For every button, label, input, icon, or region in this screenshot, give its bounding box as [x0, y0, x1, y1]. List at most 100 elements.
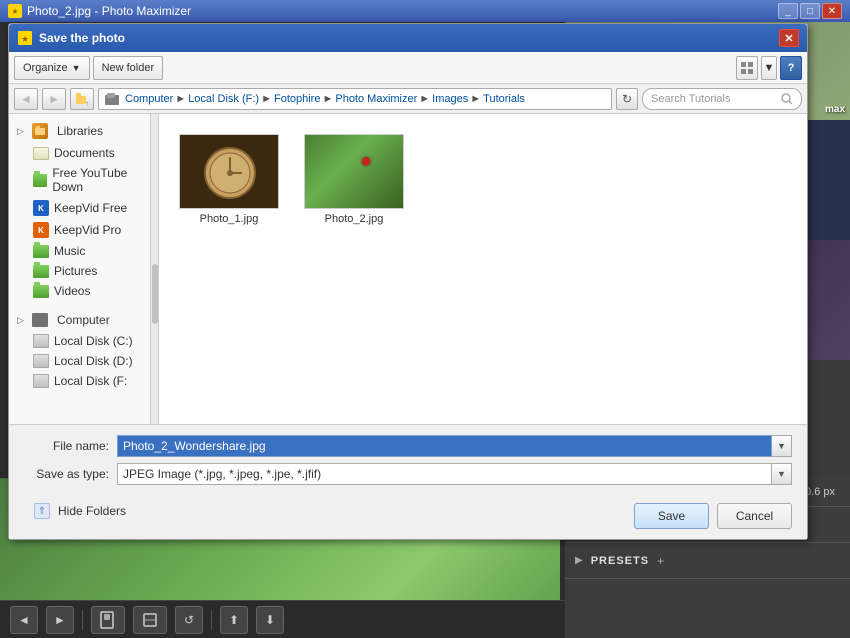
photo2-image — [305, 135, 403, 208]
search-icon — [781, 93, 793, 105]
drive-c-icon — [33, 334, 49, 348]
bottom-toolbar: ◄ ► ↺ ⬆ ⬇ — [0, 600, 565, 638]
new-folder-button[interactable]: New folder — [93, 56, 164, 80]
dialog-content[interactable]: Photo_1.jpg Photo_2.jpg — [159, 114, 807, 424]
dialog-close-button[interactable]: ✕ — [779, 29, 799, 47]
sidebar-item-local-d[interactable]: Local Disk (D:) — [9, 351, 158, 371]
search-placeholder: Search Tutorials — [651, 93, 781, 105]
organize-label: Organize — [23, 62, 68, 74]
address-path[interactable]: Computer ► Local Disk (F:) ► Fotophire ►… — [98, 88, 612, 110]
filename-input-wrapper: ▼ — [117, 435, 792, 457]
youtube-label: Free YouTube Down — [52, 166, 150, 194]
path-images[interactable]: Images — [432, 93, 468, 105]
crop-button[interactable] — [133, 606, 167, 634]
view-dropdown-button[interactable]: ▼ — [761, 56, 777, 80]
organize-button[interactable]: Organize ▼ — [14, 56, 90, 80]
dialog-actions: Save Cancel — [634, 503, 792, 529]
sidebar-spacer — [9, 301, 158, 309]
keepvid-free-icon: K — [33, 200, 49, 216]
filename-input[interactable] — [117, 435, 772, 457]
savetype-input[interactable]: JPEG Image (*.jpg, *.jpeg, *.jpe, *.jfif… — [117, 463, 772, 485]
filename-label: File name: — [24, 439, 109, 453]
help-button[interactable]: ? — [780, 56, 802, 80]
sidebar-item-local-f[interactable]: Local Disk (F: — [9, 371, 158, 391]
down-button[interactable]: ⬇ — [256, 606, 284, 634]
up-nav-button[interactable]: ↑ — [70, 88, 94, 110]
photo1-svg — [180, 135, 279, 209]
svg-text:↑: ↑ — [85, 99, 89, 106]
sidebar-item-videos[interactable]: Videos — [9, 281, 158, 301]
sidebar-item-local-c[interactable]: Local Disk (C:) — [9, 331, 158, 351]
refresh-button[interactable]: ↻ — [616, 88, 638, 110]
path-computer[interactable]: Computer — [125, 93, 173, 105]
libraries-expand-icon: ▷ — [17, 126, 27, 137]
computer-expand-icon: ▷ — [17, 315, 27, 326]
videos-icon — [33, 285, 49, 298]
sidebar-item-keepvid-free[interactable]: K KeepVid Free — [9, 197, 158, 219]
dialog-toolbar: Organize ▼ New folder ▼ ? — [9, 52, 807, 84]
svg-text:★: ★ — [21, 34, 29, 44]
path-fotophire[interactable]: Fotophire — [274, 93, 320, 105]
presets-arrow: ▶ — [575, 555, 583, 566]
filename-dropdown-btn[interactable]: ▼ — [772, 435, 792, 457]
computer-icon — [32, 313, 48, 327]
plus-icon: + — [657, 554, 664, 568]
sidebar-item-music[interactable]: Music — [9, 241, 158, 261]
sidebar-scrollbar-thumb[interactable] — [152, 264, 158, 324]
toolbar-separator-1 — [82, 610, 83, 630]
maximize-button[interactable]: □ — [800, 3, 820, 19]
address-bar: ◄ ► ↑ Computer ► Local Disk (F:) ► Fotop… — [9, 84, 807, 114]
computer-section-header[interactable]: ▷ Computer — [9, 309, 158, 331]
music-icon — [33, 245, 49, 258]
documents-icon — [33, 147, 49, 160]
view-button[interactable] — [736, 56, 758, 80]
search-box[interactable]: Search Tutorials — [642, 88, 802, 110]
documents-label: Documents — [54, 146, 115, 160]
sidebar-item-youtube[interactable]: Free YouTube Down — [9, 163, 158, 197]
presets-section[interactable]: ▶ PRESETS + — [565, 543, 850, 579]
sidebar-item-pictures[interactable]: Pictures — [9, 261, 158, 281]
organize-arrow: ▼ — [72, 63, 81, 73]
youtube-folder-icon — [33, 174, 47, 187]
path-localdisk[interactable]: Local Disk (F:) — [188, 93, 259, 105]
main-window-title: Photo_2.jpg - Photo Maximizer — [27, 4, 778, 18]
main-window-controls: _ □ ✕ — [778, 3, 842, 19]
path-tutorials[interactable]: Tutorials — [483, 93, 525, 105]
dialog-sidebar: ▷ Libraries Documents — [9, 114, 159, 424]
photo2-name: Photo_2.jpg — [325, 213, 384, 225]
dialog-title: Save the photo — [39, 31, 779, 45]
drive-f-icon — [33, 374, 49, 388]
keepvid-free-label: KeepVid Free — [54, 201, 127, 215]
local-disk-c-label: Local Disk (C:) — [54, 334, 133, 348]
thumb-text: max — [825, 104, 845, 115]
actions-row: ⇑ Hide Folders Save Cancel — [24, 493, 792, 529]
forward-button[interactable]: ► — [46, 606, 74, 634]
back-nav-button[interactable]: ◄ — [14, 88, 38, 110]
savetype-input-wrapper: JPEG Image (*.jpg, *.jpeg, *.jpe, *.jfif… — [117, 463, 792, 485]
back-button[interactable]: ◄ — [10, 606, 38, 634]
hide-folders-btn[interactable]: ⇑ Hide Folders — [24, 498, 136, 524]
libraries-section-header[interactable]: ▷ Libraries — [9, 119, 158, 143]
minimize-button[interactable]: _ — [778, 3, 798, 19]
savetype-dropdown-btn[interactable]: ▼ — [772, 463, 792, 485]
path-photomax[interactable]: Photo Maximizer — [335, 93, 417, 105]
cancel-button[interactable]: Cancel — [717, 503, 792, 529]
dialog-body: ▷ Libraries Documents — [9, 114, 807, 424]
main-close-button[interactable]: ✕ — [822, 3, 842, 19]
computer-label: Computer — [57, 313, 110, 327]
rotate-button[interactable]: ↺ — [175, 606, 203, 634]
photo1-thumbnail — [179, 134, 279, 209]
file-item-photo1[interactable]: Photo_1.jpg — [174, 129, 284, 230]
save-button[interactable]: Save — [634, 503, 709, 529]
sidebar-item-documents[interactable]: Documents — [9, 143, 158, 163]
forward-nav-button[interactable]: ► — [42, 88, 66, 110]
portrait-button[interactable] — [91, 606, 125, 634]
file-item-photo2[interactable]: Photo_2.jpg — [299, 129, 409, 230]
videos-label: Videos — [54, 284, 90, 298]
local-disk-f-label: Local Disk (F: — [54, 374, 127, 388]
app-icon: ★ — [8, 4, 22, 18]
up-button[interactable]: ⬆ — [220, 606, 248, 634]
sidebar-item-keepvid-pro[interactable]: K KeepVid Pro — [9, 219, 158, 241]
sidebar-scrollbar[interactable] — [150, 114, 158, 424]
photo2-thumbnail — [304, 134, 404, 209]
